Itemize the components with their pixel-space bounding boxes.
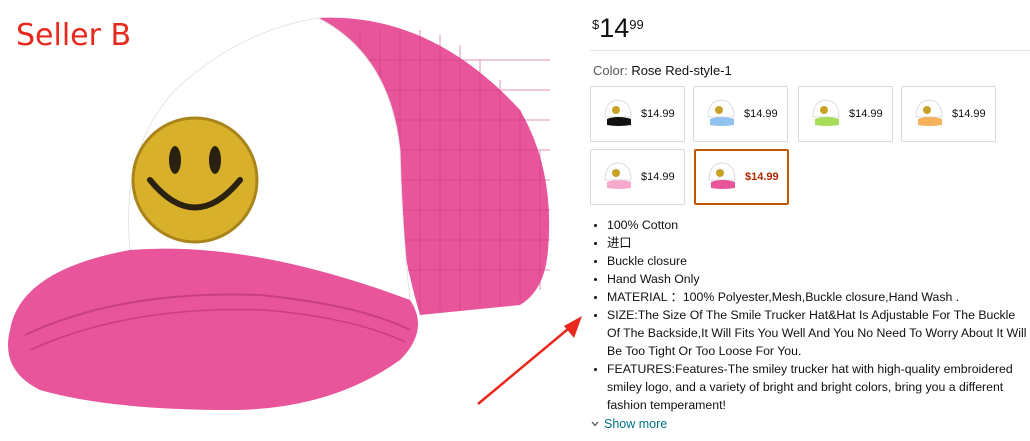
show-more-label: Show more <box>604 417 668 431</box>
chevron-down-icon <box>591 421 599 427</box>
price-symbol: $ <box>592 17 600 32</box>
list-item: Hand Wash Only <box>607 270 1027 288</box>
price-whole: 14 <box>599 13 630 43</box>
divider <box>590 50 1030 51</box>
list-item: SIZE:The Size Of The Smile Trucker Hat&H… <box>607 306 1027 360</box>
swatch-price: $14.99 <box>641 108 675 120</box>
swatch-price: $14.99 <box>641 171 675 183</box>
color-selection-label: Color: Rose Red-style-1 <box>593 63 732 78</box>
blue-white-cap-icon <box>707 99 735 126</box>
black-white-cap-icon <box>604 99 632 126</box>
list-item: 进口 <box>607 234 1027 252</box>
color-value: Rose Red-style-1 <box>631 63 732 78</box>
list-item: MATERIAL ：100% Polyester,Mesh,Buckle clo… <box>607 288 1027 306</box>
rose-red-white-cap-icon <box>708 162 736 189</box>
swatch-price: $14.99 <box>745 171 779 183</box>
green-white-cap-icon <box>812 99 840 126</box>
price-fraction: 99 <box>629 17 644 32</box>
color-swatch-pink[interactable]: $14.99 <box>590 149 685 205</box>
color-swatch-orange[interactable]: $14.99 <box>901 86 996 142</box>
color-label: Color: <box>593 63 628 78</box>
color-swatch-rose-red[interactable]: $14.99 <box>694 149 789 205</box>
show-more-link[interactable]: Show more <box>591 417 667 431</box>
light-pink-white-cap-icon <box>604 162 632 189</box>
product-details: $ 14 99 Color: Rose Red-style-1 $14.99 $… <box>590 0 1030 441</box>
orange-white-cap-icon <box>915 99 943 126</box>
price: $ 14 99 <box>592 13 644 43</box>
swatch-price: $14.99 <box>952 108 986 120</box>
list-item: FEATURES:Features-The smiley trucker hat… <box>607 360 1027 414</box>
color-swatch-blue[interactable]: $14.99 <box>693 86 788 142</box>
seller-annotation-label: Seller B <box>16 18 132 53</box>
swatch-price: $14.99 <box>849 108 883 120</box>
swatch-price: $14.99 <box>744 108 778 120</box>
annotation-arrow-icon <box>477 316 582 405</box>
list-item: 100% Cotton <box>607 216 1027 234</box>
list-item: Buckle closure <box>607 252 1027 270</box>
feature-bullet-list: 100% Cotton 进口 Buckle closure Hand Wash … <box>607 216 1027 414</box>
color-swatch-green[interactable]: $14.99 <box>798 86 893 142</box>
color-swatch-black[interactable]: $14.99 <box>590 86 685 142</box>
